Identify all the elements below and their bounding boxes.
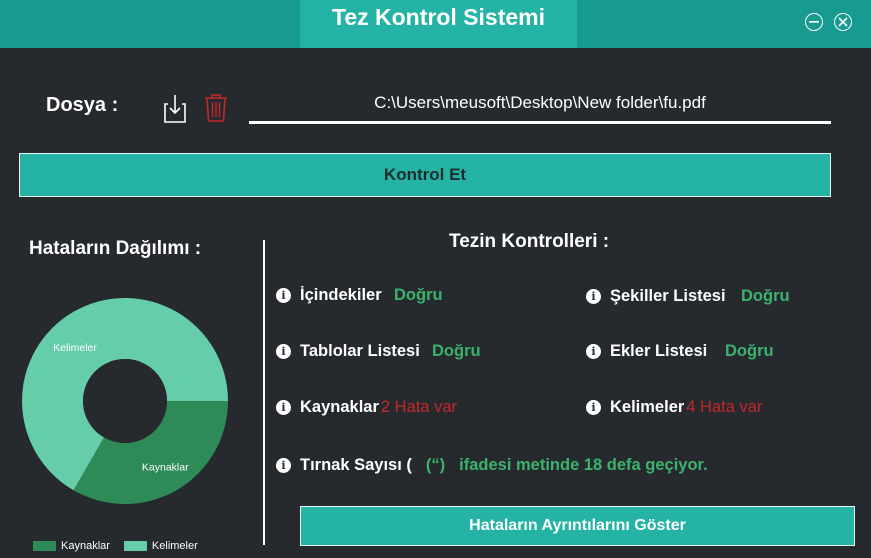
chart-legend: Kaynaklar Kelimeler xyxy=(33,540,212,552)
section-divider xyxy=(263,240,265,545)
tirnak-message: ifadesi metinde 18 defa geçiyor. xyxy=(459,456,708,474)
check-row-kaynaklar: i Kaynaklar 2 Hata var xyxy=(276,398,457,417)
trash-icon[interactable] xyxy=(204,93,228,128)
minimize-icon[interactable] xyxy=(805,13,823,31)
donut-label-kelimeler: Kelimeler xyxy=(53,342,97,354)
legend-item-kaynaklar: Kaynaklar xyxy=(33,540,110,552)
donut-label-kaynaklar: Kaynaklar xyxy=(142,462,189,474)
legend-label-kaynaklar: Kaynaklar xyxy=(61,540,110,552)
window-title: Tez Kontrol Sistemi xyxy=(332,4,545,30)
check-label: Kaynaklar xyxy=(300,398,379,416)
check-row-tablolar: i Tablolar Listesi Doğru xyxy=(276,342,481,361)
info-icon: i xyxy=(276,400,291,415)
info-icon: i xyxy=(586,344,601,359)
distribution-title: Hataların Dağılımı : xyxy=(29,238,202,259)
kontrol-et-button[interactable]: Kontrol Et xyxy=(19,153,831,197)
check-row-ekler: i Ekler Listesi Doğru xyxy=(586,342,774,361)
legend-label-kelimeler: Kelimeler xyxy=(151,540,198,552)
check-label: Tırnak Sayısı ( xyxy=(300,456,412,474)
download-icon[interactable] xyxy=(163,93,187,128)
check-row-icindekiler: i İçindekiler Doğru xyxy=(276,286,443,305)
check-status: Doğru xyxy=(741,287,790,305)
info-icon: i xyxy=(276,458,291,473)
check-row-sekiller: i Şekiller Listesi Doğru xyxy=(586,287,790,306)
check-label: Ekler Listesi xyxy=(610,342,708,360)
file-label: Dosya : xyxy=(46,94,119,116)
check-status: Doğru xyxy=(725,342,774,360)
check-status: Doğru xyxy=(394,286,443,304)
checks-title: Tezin Kontrolleri : xyxy=(449,231,610,252)
show-error-details-button[interactable]: Hataların Ayrıntılarını Göster xyxy=(300,506,855,546)
info-icon: i xyxy=(586,400,601,415)
close-icon[interactable] xyxy=(834,13,852,31)
file-path: C:\Users\meusoft\Desktop\New folder\fu.p… xyxy=(374,93,706,112)
error-distribution-chart: Kaynaklar Kelimeler xyxy=(22,298,228,504)
check-status: 2 Hata var xyxy=(380,398,458,416)
legend-swatch-kaynaklar xyxy=(33,541,56,551)
legend-swatch-kelimeler xyxy=(123,541,147,551)
legend-item-kelimeler: Kelimeler xyxy=(123,540,198,552)
check-row-kelimeler: i Kelimeler 4 Hata var xyxy=(586,398,762,417)
check-label: Tablolar Listesi xyxy=(300,342,420,360)
info-icon: i xyxy=(276,344,291,359)
check-label: İçindekiler xyxy=(300,286,382,304)
check-status: 4 Hata var xyxy=(686,398,763,416)
file-path-underline xyxy=(249,121,831,124)
check-label: Şekiller Listesi xyxy=(610,287,726,305)
donut-hole xyxy=(83,359,167,443)
tirnak-quote: (“) xyxy=(425,456,446,474)
check-label: Kelimeler xyxy=(610,398,685,416)
info-icon: i xyxy=(586,289,601,304)
check-status: Doğru xyxy=(432,342,481,360)
check-row-tirnak: i Tırnak Sayısı ( (“) ifadesi metinde 18… xyxy=(276,456,708,475)
info-icon: i xyxy=(276,288,291,303)
